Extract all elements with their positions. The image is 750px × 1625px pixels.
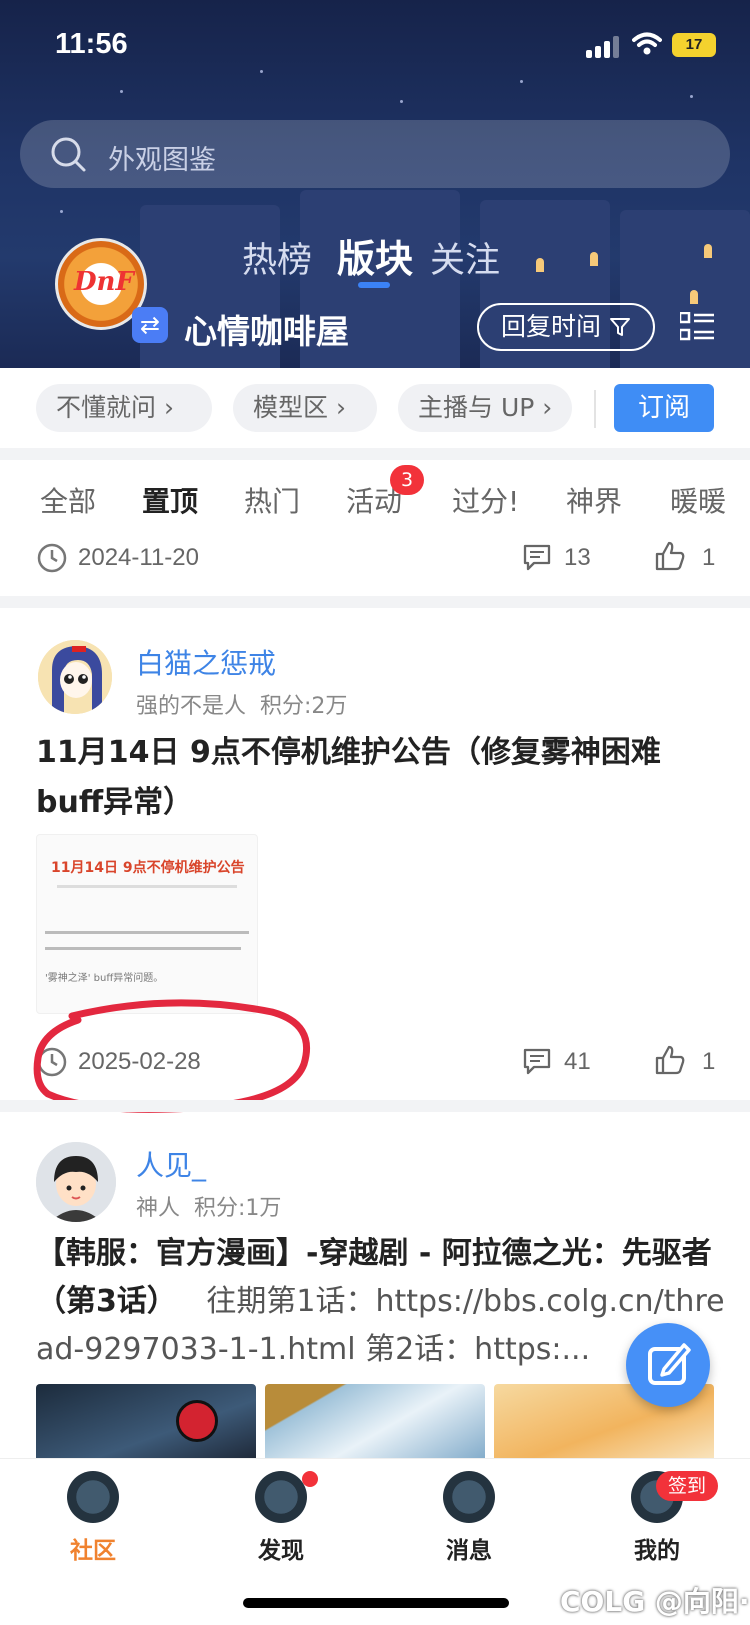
search-bar[interactable]: 外观图鉴	[20, 120, 730, 188]
nav-label: 发现	[258, 1538, 304, 1564]
section-separator	[0, 448, 750, 460]
like-icon[interactable]	[654, 1044, 686, 1076]
active-tab-indicator	[358, 282, 390, 288]
watermark: COLG @向阳·	[560, 1585, 750, 1618]
cat-nuannuan[interactable]: 暖暖	[670, 480, 726, 520]
switch-forum-icon[interactable]: ⇄	[132, 307, 168, 343]
tab-forums[interactable]: 版块	[337, 228, 413, 283]
logo-text: DnF	[74, 267, 134, 297]
community-icon	[67, 1471, 119, 1523]
cat-excessive[interactable]: 过分!	[452, 480, 519, 520]
avatar-illustration	[38, 640, 112, 714]
wifi-icon	[632, 32, 662, 55]
cat-god-realm[interactable]: 神界	[566, 480, 622, 520]
signal-icon	[586, 36, 622, 58]
messages-icon	[443, 1471, 495, 1523]
author-points: 积分:1万	[194, 1196, 282, 1221]
thumbnail-line	[57, 885, 237, 888]
list-view-icon[interactable]	[680, 312, 714, 342]
comic-thumbnail[interactable]	[265, 1384, 485, 1458]
chip-streamer[interactable]: 主播与 UP ›	[398, 384, 572, 432]
thumbnail-line	[45, 931, 249, 934]
search-icon	[51, 137, 86, 172]
notification-dot	[302, 1471, 318, 1487]
divider	[594, 390, 596, 428]
author-rank-title: 神人	[136, 1196, 181, 1221]
post-meta-row: 2024-11-20 13 1	[0, 536, 750, 586]
comment-icon	[523, 1048, 551, 1075]
clock-icon	[37, 543, 67, 573]
chip-label: 主播与 UP	[418, 393, 535, 422]
comment-count: 41	[564, 1048, 591, 1075]
thumbnail-title: 11月14日 9点不停机维护公告	[51, 860, 245, 876]
filter-icon	[609, 318, 630, 336]
like-count: 1	[702, 544, 716, 571]
header-banner: 11:56 17 外观图鉴 DnF 热榜 版块 关注 ⇄ 心情咖啡屋 回复时间	[0, 0, 750, 368]
nav-label: 社区	[70, 1538, 116, 1564]
status-time: 11:56	[55, 28, 128, 60]
like-icon[interactable]	[654, 540, 686, 572]
author-name[interactable]: 白猫之惩戒	[136, 642, 276, 682]
avatar-illustration	[36, 1142, 116, 1222]
author-rank-title: 强的不是人	[136, 694, 247, 719]
avatar[interactable]	[36, 1142, 116, 1222]
sort-label: 回复时间	[501, 312, 602, 341]
chip-ask[interactable]: 不懂就问 ›	[36, 384, 212, 432]
activity-badge: 3	[390, 465, 424, 495]
compose-button[interactable]	[626, 1323, 710, 1407]
edit-icon	[648, 1343, 691, 1385]
author-rank: 强的不是人 积分:2万	[136, 688, 347, 720]
nav-discover[interactable]: 发现	[206, 1471, 356, 1565]
section-separator	[0, 1100, 750, 1112]
comment-count: 13	[564, 544, 591, 571]
post-date: 2024-11-20	[78, 544, 199, 571]
post-title[interactable]: 11月14日 9点不停机维护公告（修复雾神困难buff异常）	[36, 728, 726, 828]
nav-messages[interactable]: 消息	[394, 1471, 544, 1565]
discover-icon	[255, 1471, 307, 1523]
sort-reply-time-button[interactable]: 回复时间	[477, 303, 655, 351]
thumbnail-line	[45, 947, 241, 950]
thumbnail-text: '雾神之泽' buff异常问题。	[45, 973, 164, 984]
chip-label: 不懂就问	[56, 393, 157, 422]
forum-name[interactable]: 心情咖啡屋	[184, 305, 349, 353]
home-indicator	[243, 1598, 509, 1608]
author-rank: 神人 积分:1万	[136, 1190, 281, 1222]
cat-pinned[interactable]: 置顶	[142, 480, 198, 520]
like-count: 1	[702, 1048, 716, 1075]
post-thumbnail[interactable]: 11月14日 9点不停机维护公告 '雾神之泽' buff异常问题。	[36, 834, 258, 1014]
nav-label: 消息	[446, 1538, 492, 1564]
battery-icon: 17	[672, 33, 716, 57]
author-name[interactable]: 人见_	[136, 1144, 206, 1184]
sign-in-badge[interactable]: 签到	[656, 1471, 718, 1501]
post-card[interactable]: 白猫之惩戒 强的不是人 积分:2万 11月14日 9点不停机维护公告（修复雾神困…	[0, 608, 750, 1113]
nav-community[interactable]: 社区	[18, 1471, 168, 1565]
section-separator	[0, 596, 750, 608]
avatar[interactable]	[38, 640, 112, 714]
comment-icon	[523, 544, 551, 571]
tab-hot[interactable]: 热榜	[242, 232, 312, 283]
tab-follow[interactable]: 关注	[430, 232, 500, 283]
author-points: 积分:2万	[260, 694, 348, 719]
cat-all[interactable]: 全部	[40, 480, 96, 520]
comic-thumbnail[interactable]	[36, 1384, 256, 1458]
chip-label: 模型区	[253, 393, 329, 422]
post-title-block[interactable]: 【韩服：官方漫画】-穿越剧 - 阿拉德之光：先驱者（第3话） 往期第1话：htt…	[36, 1230, 726, 1374]
cat-hot[interactable]: 热门	[244, 480, 300, 520]
chip-model[interactable]: 模型区 ›	[233, 384, 377, 432]
nav-label: 我的	[634, 1538, 680, 1564]
subscribe-button[interactable]: 订阅	[614, 384, 714, 432]
comic-red-eye	[176, 1400, 218, 1442]
nav-profile[interactable]: 签到 我的	[582, 1471, 732, 1565]
search-placeholder: 外观图鉴	[108, 145, 216, 176]
